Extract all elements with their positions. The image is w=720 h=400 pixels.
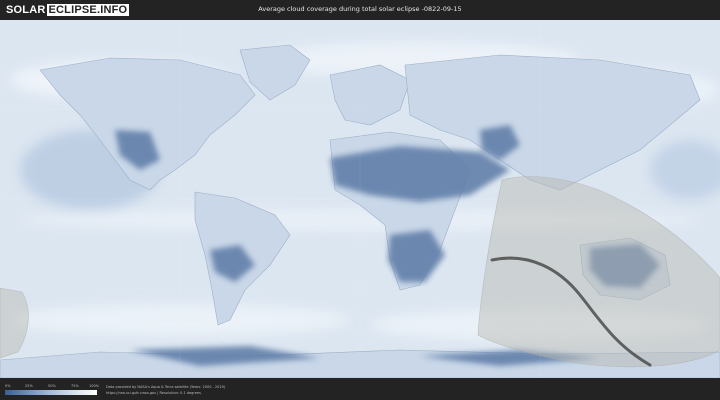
data-source-link[interactable]: https://neo.sci.gsfc.nasa.gov | Resoluti… [106, 391, 201, 395]
legend-tick-0: 0% [5, 384, 11, 388]
data-credit: Data provided by NASA's Aqua & Terra sat… [106, 385, 226, 389]
legend-tick-75: 75% [71, 384, 79, 388]
legend-tick-50: 50% [48, 384, 56, 388]
footer-bar [0, 378, 720, 400]
cloud-coverage-map [0, 20, 720, 378]
legend-tick-100: 100% [89, 384, 100, 388]
page-title: Average cloud coverage during total sola… [258, 5, 462, 13]
header-bar: SOLAR ECLIPSE.INFO Average cloud coverag… [0, 0, 720, 20]
legend-tick-25: 25% [25, 384, 33, 388]
cloud-coverage-colorbar [5, 390, 97, 395]
